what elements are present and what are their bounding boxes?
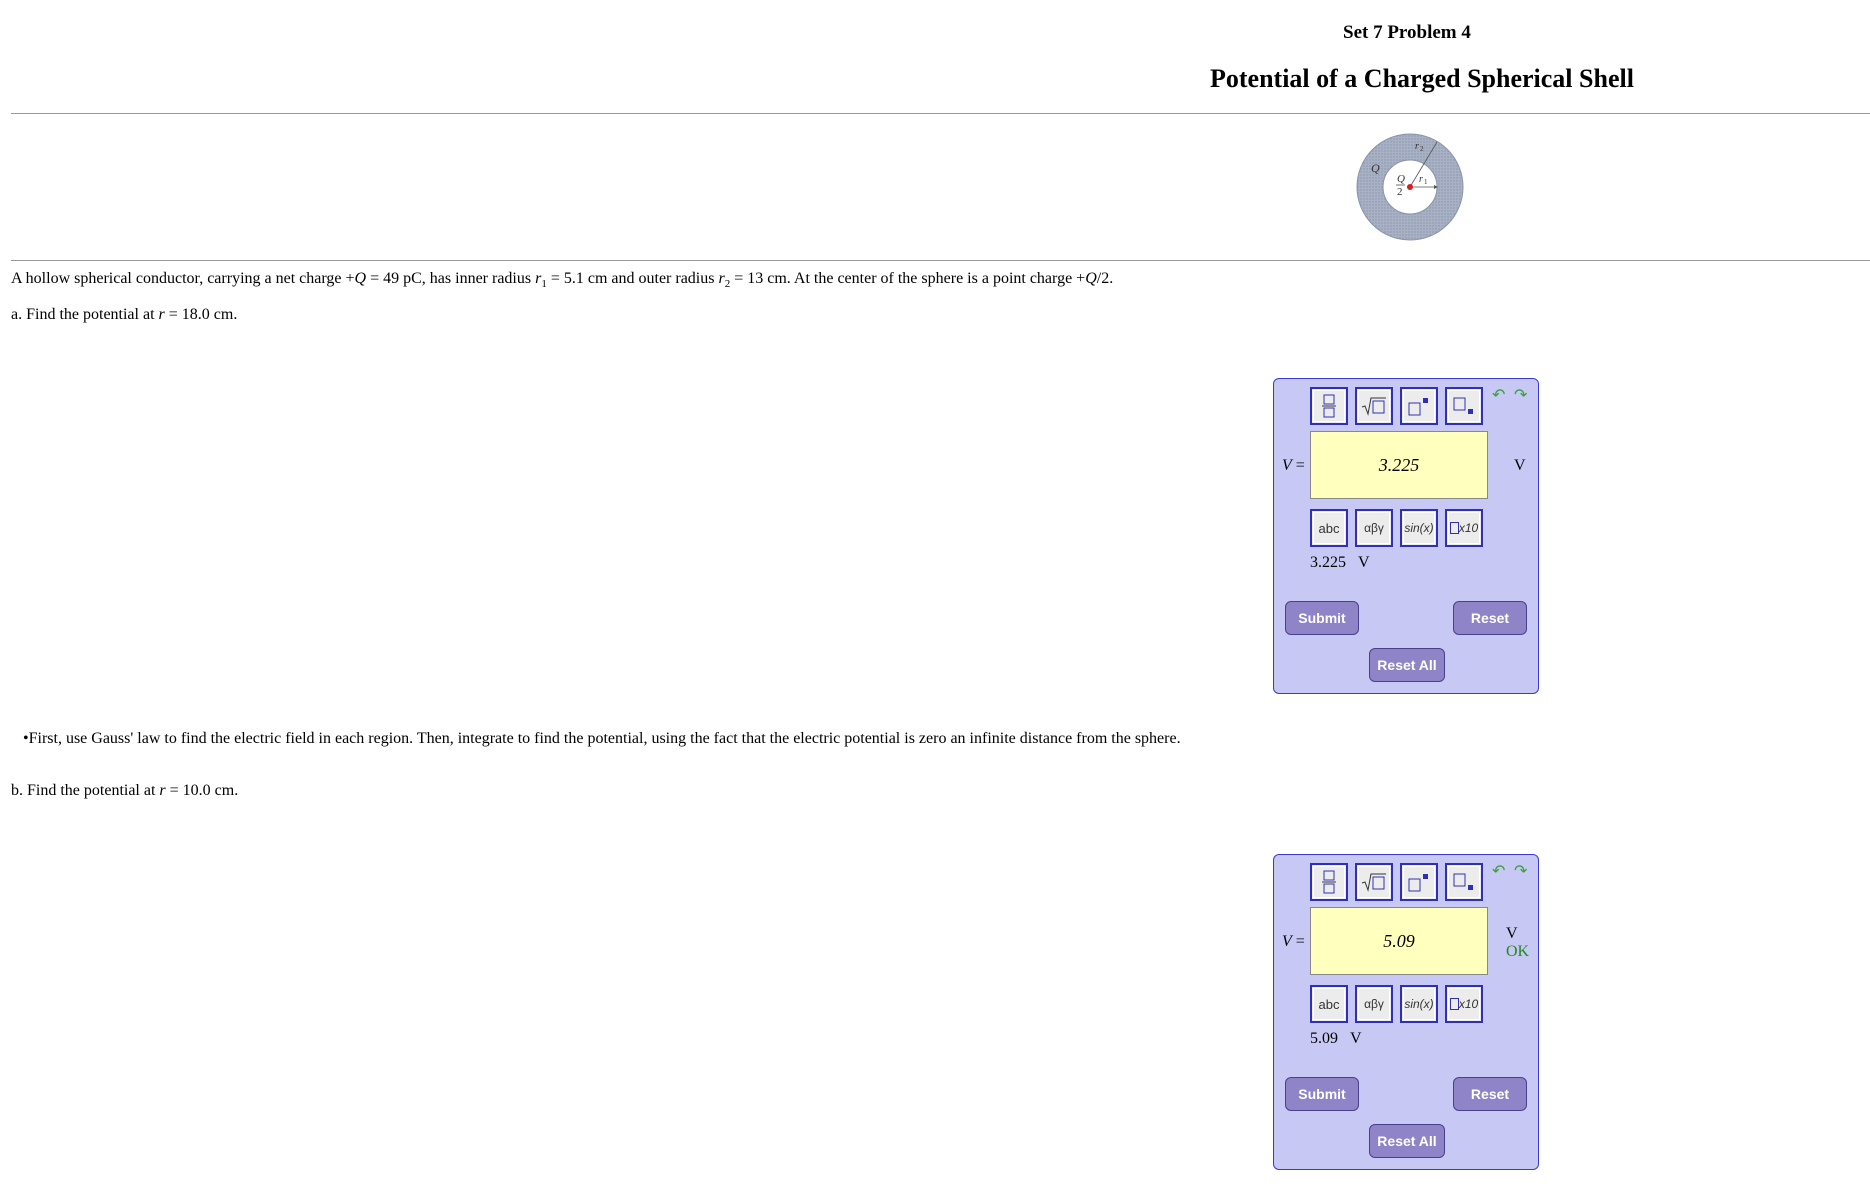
preview-unit: V: [1350, 1030, 1362, 1047]
subscript-icon: [1453, 397, 1473, 414]
abc-button[interactable]: abc: [1310, 509, 1348, 547]
figure-label-q: Q: [1371, 161, 1380, 175]
problem-text: /2.: [1096, 270, 1114, 287]
unit-label: V: [1506, 925, 1518, 942]
reset-all-button[interactable]: Reset All: [1369, 648, 1445, 682]
problem-var-q: Q: [1085, 270, 1097, 287]
figure-label-r1: r: [1419, 174, 1423, 185]
hint-text: •First, use Gauss' law to find the elect…: [23, 730, 1181, 747]
part-b-text: = 10.0 cm.: [165, 782, 239, 799]
figure-label-q-half-den: 2: [1397, 186, 1403, 198]
figure-label-q-half-num: Q: [1397, 173, 1405, 185]
reset-button[interactable]: Reset: [1453, 601, 1527, 635]
spherical-shell-figure: Q Q 2 r 1 r 2: [1354, 132, 1464, 242]
answer-input[interactable]: 5.09: [1310, 907, 1488, 975]
preview-value: 3.225: [1310, 554, 1346, 571]
preview-unit: V: [1358, 554, 1370, 571]
superscript-icon: [1408, 398, 1428, 416]
submit-button[interactable]: Submit: [1285, 601, 1359, 635]
answer-preview: 3.225 V: [1310, 554, 1370, 572]
part-a-text: a. Find the potential at: [11, 306, 159, 323]
answer-widget-b: ↶ ↷ V = 5.09 V OK abc αβγ sin(x) x10 5.0…: [1273, 854, 1539, 1170]
problem-text: = 49 pC, has inner radius: [366, 270, 536, 287]
subscript-icon: [1453, 873, 1473, 890]
variable-label: V =: [1282, 457, 1305, 475]
part-b-question: b. Find the potential at r = 10.0 cm.: [11, 782, 238, 800]
set-title: Set 7 Problem 4: [1343, 22, 1471, 43]
problem-statement: A hollow spherical conductor, carrying a…: [11, 270, 1113, 290]
undo-icon[interactable]: ↶: [1492, 861, 1505, 880]
sqrt-icon: [1361, 873, 1386, 892]
figure-label-r2: r: [1415, 141, 1419, 152]
answer-widget-a: ↶ ↷ V = 3.225 V abc αβγ sin(x) x10 3.225…: [1273, 378, 1539, 694]
problem-text: = 5.1 cm and outer radius: [546, 270, 719, 287]
part-a-text: = 18.0 cm.: [164, 306, 238, 323]
submit-button[interactable]: Submit: [1285, 1077, 1359, 1111]
sci-label: x10: [1458, 521, 1479, 535]
sqrt-button[interactable]: [1355, 863, 1393, 901]
fraction-button[interactable]: [1310, 863, 1348, 901]
undo-icon[interactable]: ↶: [1492, 385, 1505, 404]
fraction-button[interactable]: [1310, 387, 1348, 425]
problem-var-q: Q: [354, 270, 367, 287]
sci-notation-button[interactable]: x10: [1445, 985, 1483, 1023]
redo-icon[interactable]: ↷: [1514, 861, 1527, 880]
shell-diagram: Q Q 2 r 1 r 2: [1356, 133, 1464, 241]
answer-input[interactable]: 3.225: [1310, 431, 1488, 499]
variable-name: V: [1282, 457, 1292, 474]
abc-button[interactable]: abc: [1310, 985, 1348, 1023]
sci-label: x10: [1458, 997, 1479, 1011]
reset-all-button[interactable]: Reset All: [1369, 1124, 1445, 1158]
sqrt-icon: [1361, 397, 1386, 416]
fraction-icon: [1322, 870, 1336, 894]
equals-sign: =: [1291, 457, 1305, 474]
redo-icon[interactable]: ↷: [1514, 385, 1527, 404]
page-title: Potential of a Charged Spherical Shell: [1210, 64, 1634, 93]
superscript-button[interactable]: [1400, 387, 1438, 425]
divider-top: [11, 113, 1870, 114]
superscript-button[interactable]: [1400, 863, 1438, 901]
answer-preview: 5.09 V: [1310, 1030, 1362, 1048]
reset-button[interactable]: Reset: [1453, 1077, 1527, 1111]
divider-bottom: [11, 260, 1870, 261]
equals-sign: =: [1291, 933, 1305, 950]
status-ok: OK: [1506, 943, 1530, 960]
part-b-text: b. Find the potential at: [11, 782, 160, 799]
problem-text: A hollow spherical conductor, carrying a…: [11, 270, 355, 287]
variable-name: V: [1282, 933, 1292, 950]
unit-label: V: [1514, 457, 1526, 474]
variable-label: V =: [1282, 933, 1305, 951]
problem-text: = 13 cm. At the center of the sphere is …: [730, 270, 1086, 287]
figure-label-r1-sub: 1: [1424, 178, 1428, 186]
superscript-icon: [1408, 874, 1428, 892]
subscript-button[interactable]: [1445, 387, 1483, 425]
fraction-icon: [1322, 394, 1336, 418]
sci-notation-button[interactable]: x10: [1445, 509, 1483, 547]
box-icon: [1449, 998, 1459, 1010]
sin-button[interactable]: sin(x): [1400, 985, 1438, 1023]
greek-button[interactable]: αβγ: [1355, 509, 1393, 547]
subscript-button[interactable]: [1445, 863, 1483, 901]
figure-label-r2-sub: 2: [1420, 145, 1424, 153]
sqrt-button[interactable]: [1355, 387, 1393, 425]
box-icon: [1449, 522, 1459, 534]
greek-button[interactable]: αβγ: [1355, 985, 1393, 1023]
preview-value: 5.09: [1310, 1030, 1338, 1047]
part-a-question: a. Find the potential at r = 18.0 cm.: [11, 306, 237, 324]
sin-button[interactable]: sin(x): [1400, 509, 1438, 547]
